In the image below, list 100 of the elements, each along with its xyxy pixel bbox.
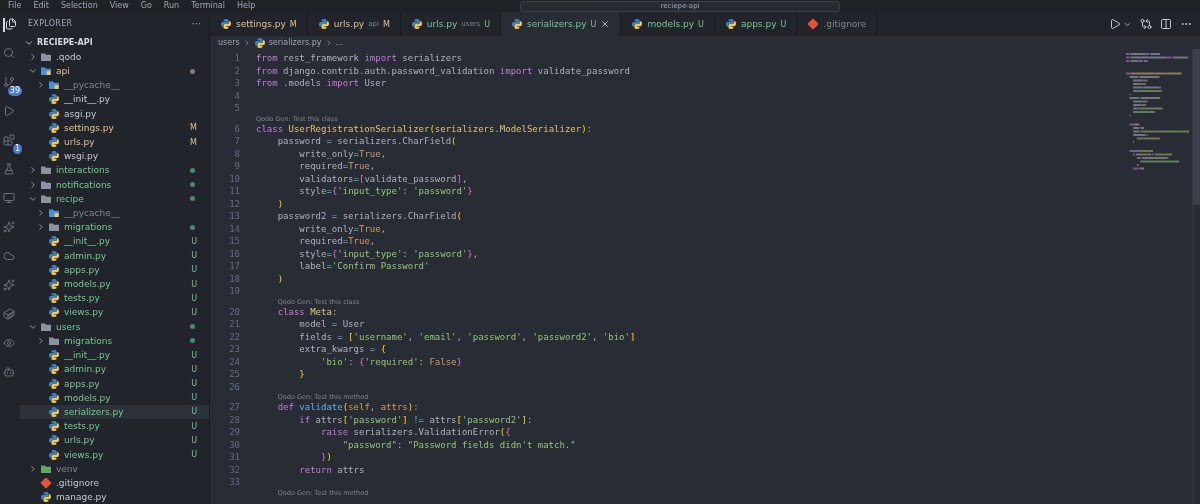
file-row[interactable]: admin.py U (20, 362, 209, 377)
git-status: U (191, 379, 197, 388)
file-row[interactable]: apps.py U (20, 376, 209, 391)
file-row[interactable]: serializers.py U (20, 404, 209, 419)
chevron-right-icon (36, 80, 46, 91)
file-name: admin.py (64, 250, 107, 261)
file-row[interactable]: views.py U (20, 305, 209, 320)
line-number: 17 (228, 261, 240, 272)
folder-row[interactable]: api (20, 63, 209, 79)
file-row[interactable]: __init__.py U (20, 234, 209, 249)
git-status: M (190, 123, 197, 133)
split-editor-icon[interactable] (1160, 18, 1172, 30)
file-name: urls.py (64, 137, 95, 148)
file-row[interactable]: urls.py M (20, 134, 209, 150)
line-number: 30 (228, 439, 240, 450)
line-number: 9 (233, 161, 240, 172)
menu-item[interactable]: Selection (60, 2, 98, 10)
file-name: users (56, 321, 81, 332)
folder-row[interactable]: __pycache__ (20, 78, 209, 93)
git-status: M (190, 137, 197, 147)
python-icon (48, 249, 60, 262)
code-line: extra_kwargs = { (298, 344, 387, 355)
file-row[interactable]: tests.py U (20, 291, 209, 306)
folder-row[interactable]: migrations (20, 333, 209, 348)
compare-icon[interactable] (1140, 18, 1152, 30)
python-icon (220, 18, 232, 30)
editor-tab[interactable]: serializers.py U (501, 12, 622, 36)
git-status: U (191, 308, 197, 317)
folder-row[interactable]: recipe (20, 191, 209, 206)
code-line: model = User (298, 319, 365, 330)
monitor-icon[interactable] (3, 192, 17, 206)
chevron-right-icon (28, 179, 38, 190)
flask-icon[interactable] (3, 163, 17, 177)
file-name: serializers.py (64, 406, 124, 417)
breadcrumb-item[interactable]: serializers.py (268, 38, 322, 47)
folder-row[interactable]: venv (20, 461, 209, 476)
python-icon (48, 377, 60, 390)
line-number: 27 (228, 402, 240, 413)
file-row[interactable]: models.py U (20, 277, 209, 292)
menu-item[interactable]: Go (140, 2, 152, 10)
file-row[interactable]: urls.py U (20, 433, 209, 448)
file-row[interactable]: settings.py M (20, 120, 209, 135)
git-status: U (191, 393, 197, 403)
menu-item[interactable]: Edit (33, 2, 49, 10)
menu-item[interactable]: Run (163, 2, 180, 10)
git-status: U (191, 435, 197, 445)
line-number: 22 (228, 331, 240, 342)
count-badge: 39 (7, 86, 22, 96)
folder-row[interactable]: interactions (20, 163, 209, 178)
files-icon[interactable] (3, 18, 17, 32)
folder-row[interactable]: __pycache__ (20, 205, 209, 221)
folder-row[interactable]: notifications (20, 177, 209, 192)
code-line: def validate(self, attrs): (276, 402, 419, 413)
menu-item[interactable]: Help (237, 2, 256, 10)
sparkle-icon[interactable] (3, 221, 17, 235)
file-name: .gitignore (56, 477, 100, 488)
python-icon (48, 93, 60, 106)
play-icon[interactable] (3, 105, 17, 119)
menu-item[interactable]: File (8, 2, 22, 10)
code-line: ) (276, 273, 284, 284)
folder-row[interactable]: users (20, 319, 209, 334)
git-status: U (191, 251, 197, 261)
folder-row[interactable]: migrations (20, 220, 209, 235)
file-row[interactable]: admin.py U (20, 248, 209, 263)
container-icon[interactable] (3, 308, 17, 322)
folder-row[interactable]: .qodo (20, 49, 209, 64)
file-row[interactable]: models.py U (20, 390, 209, 405)
run-icon[interactable] (1109, 18, 1121, 30)
breadcrumb-item[interactable]: ... (335, 38, 344, 47)
project-title[interactable]: RECIEPE-API (37, 38, 93, 48)
folder-icon (48, 207, 60, 220)
git-status: U (191, 293, 197, 303)
robot-icon[interactable] (3, 366, 17, 380)
file-row[interactable]: manage.py (20, 490, 209, 504)
file-row[interactable]: apps.py U (20, 262, 209, 277)
line-number: 6 (233, 123, 240, 134)
file-row[interactable]: asgi.py (20, 106, 209, 121)
breadcrumb-item[interactable]: users (218, 38, 240, 47)
close-icon[interactable] (600, 19, 611, 29)
python-icon (317, 18, 330, 30)
code-line: write_only=True, (298, 148, 387, 159)
file-row[interactable]: __init__.py U (20, 348, 209, 363)
more-button[interactable]: ··· (191, 18, 201, 30)
menu-item[interactable]: View (109, 2, 129, 10)
line-number: 24 (228, 356, 240, 367)
line-number: 1 (233, 53, 240, 64)
line-number: 29 (228, 427, 240, 438)
search-icon[interactable] (3, 47, 17, 61)
file-row[interactable]: .gitignore (20, 475, 209, 491)
menu-item[interactable]: Terminal (191, 2, 225, 10)
blocks-icon[interactable] (3, 134, 17, 148)
sparkle-icon[interactable] (3, 279, 17, 293)
file-row[interactable]: __init__.py (20, 92, 209, 107)
file-row[interactable]: tests.py U (20, 419, 209, 434)
code-line: raise serializers.ValidationError({ (320, 427, 511, 438)
file-row[interactable]: views.py U (20, 447, 209, 462)
line-number: 14 (228, 223, 240, 234)
line-number: 25 (228, 369, 240, 380)
file-name: models.py (64, 279, 111, 290)
file-row[interactable]: wsgi.py (20, 149, 209, 164)
